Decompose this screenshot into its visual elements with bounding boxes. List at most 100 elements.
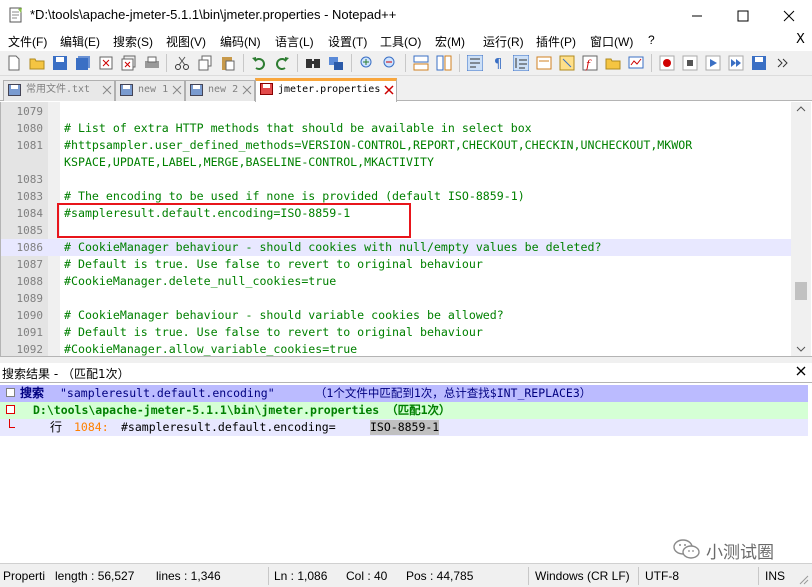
word-wrap-icon[interactable] xyxy=(467,55,483,71)
find-icon[interactable] xyxy=(305,55,321,71)
play-macro-icon[interactable] xyxy=(705,55,721,71)
menu-language[interactable]: 语言(L) xyxy=(275,33,314,50)
show-all-chars-icon[interactable]: ¶ xyxy=(490,55,506,71)
menu-run[interactable]: 运行(R) xyxy=(483,33,524,50)
tab-new-1[interactable]: new 1 xyxy=(115,80,185,101)
open-file-icon[interactable] xyxy=(29,55,45,71)
menu-view[interactable]: 视图(V) xyxy=(166,33,206,50)
file-saved-icon xyxy=(120,84,133,96)
stop-macro-icon[interactable] xyxy=(682,55,698,71)
code-line[interactable]: 1081 #httpsampler.user_defined_methods=VE… xyxy=(1,137,791,154)
scrollbar-thumb[interactable] xyxy=(795,282,807,300)
search-file-line[interactable]: D:\tools\apache-jmeter-5.1.1\bin\jmeter.… xyxy=(0,402,808,419)
redo-icon[interactable] xyxy=(274,55,290,71)
monitoring-icon[interactable] xyxy=(628,55,644,71)
menu-file[interactable]: 文件(F) xyxy=(8,33,47,50)
menu-settings[interactable]: 设置(T) xyxy=(328,33,367,50)
close-icon[interactable] xyxy=(172,85,182,95)
code-line[interactable]: 1090 # CookieManager behaviour - should v… xyxy=(1,307,791,324)
code-line[interactable]: KSPACE,UPDATE,LABEL,MERGE,BASELINE-CONTR… xyxy=(1,154,791,171)
copy-icon[interactable] xyxy=(197,55,213,71)
save-icon[interactable] xyxy=(52,55,68,71)
status-eol[interactable]: Windows (CR LF) xyxy=(535,569,630,583)
user-language-icon[interactable] xyxy=(536,55,552,71)
code-text: # Default is true. Use false to revert t… xyxy=(64,257,483,271)
menu-plugins[interactable]: 插件(P) xyxy=(536,33,576,50)
close-window-button[interactable] xyxy=(766,0,812,31)
tab-changyong-txt[interactable]: 常用文件.txt xyxy=(3,80,115,101)
editor-vertical-scrollbar[interactable] xyxy=(791,102,811,356)
undo-icon[interactable] xyxy=(251,55,267,71)
editor-pane[interactable]: 1079 1080 # List of extra HTTP methods tha… xyxy=(0,102,812,356)
wechat-logo-icon xyxy=(673,539,700,559)
menu-macro[interactable]: 宏(M) xyxy=(435,33,465,50)
close-document-button[interactable]: X xyxy=(796,32,805,47)
paste-icon[interactable] xyxy=(220,55,236,71)
play-macro-multiple-icon[interactable] xyxy=(728,55,744,71)
status-separator xyxy=(758,567,759,585)
code-line[interactable]: 1091 # Default is true. Use false to reve… xyxy=(1,324,791,341)
code-line[interactable]: 1087 # Default is true. Use false to reve… xyxy=(1,256,791,273)
zoom-in-icon[interactable] xyxy=(359,55,375,71)
line-number: 1089 xyxy=(16,292,44,305)
code-line[interactable]: 1083 xyxy=(1,171,791,188)
file-unsaved-icon xyxy=(260,83,273,95)
code-line[interactable]: 1079 xyxy=(1,103,791,120)
zoom-out-icon[interactable] xyxy=(382,55,398,71)
menu-edit[interactable]: 编辑(E) xyxy=(60,33,100,50)
save-all-icon[interactable] xyxy=(75,55,91,71)
fold-toggle-icon[interactable] xyxy=(6,388,15,397)
maximize-icon xyxy=(737,10,749,21)
tab-new-2[interactable]: new 2 xyxy=(185,80,255,101)
status-file-type: Properti xyxy=(3,569,46,583)
close-file-icon[interactable] xyxy=(98,55,114,71)
cut-icon[interactable] xyxy=(174,55,190,71)
close-icon[interactable] xyxy=(384,85,394,95)
fold-toggle-icon[interactable] xyxy=(6,405,15,414)
line-number: 1084 xyxy=(16,207,44,220)
resize-grip-icon[interactable] xyxy=(797,573,809,585)
save-macro-icon[interactable] xyxy=(751,55,767,71)
code-line[interactable]: 1086 # CookieManager behaviour - should c… xyxy=(1,239,791,256)
menu-tools[interactable]: 工具(O) xyxy=(380,33,421,50)
menu-window[interactable]: 窗口(W) xyxy=(590,33,633,50)
maximize-button[interactable] xyxy=(720,0,766,31)
code-line[interactable]: 1088 #CookieManager.delete_null_cookies=t… xyxy=(1,273,791,290)
print-icon[interactable] xyxy=(144,55,160,71)
doc-map-icon[interactable] xyxy=(559,55,575,71)
menu-help[interactable]: ? xyxy=(648,33,655,47)
close-icon[interactable] xyxy=(102,85,112,95)
toolbar-overflow-icon[interactable] xyxy=(774,55,790,71)
close-all-icon[interactable] xyxy=(121,55,137,71)
line-number: 1091 xyxy=(16,326,44,339)
replace-icon[interactable] xyxy=(328,55,344,71)
status-insert-mode[interactable]: INS xyxy=(765,569,785,583)
sync-vertical-icon[interactable] xyxy=(413,55,429,71)
close-icon[interactable] xyxy=(242,85,252,95)
close-icon[interactable] xyxy=(795,365,807,377)
code-line[interactable]: 1080 # List of extra HTTP methods that sh… xyxy=(1,120,791,137)
code-line[interactable]: 1092 #CookieManager.allow_variable_cookie… xyxy=(1,341,791,356)
menu-search[interactable]: 搜索(S) xyxy=(113,33,153,50)
menu-encoding[interactable]: 编码(N) xyxy=(220,33,261,50)
watermark: 小测试圈 xyxy=(672,538,774,563)
scroll-up-icon[interactable] xyxy=(791,102,811,116)
file-saved-icon xyxy=(8,84,21,96)
search-hit-line[interactable]: 行 1084: #sampleresult.default.encoding= ISO… xyxy=(0,419,808,436)
function-list-icon[interactable]: f xyxy=(582,55,598,71)
scroll-down-icon[interactable] xyxy=(791,342,811,356)
tab-jmeter-properties[interactable]: jmeter.properties xyxy=(255,78,397,102)
status-encoding[interactable]: UTF-8 xyxy=(645,569,679,583)
search-results-pane[interactable]: 搜索 "sampleresult.default.encoding" （1个文件… xyxy=(0,383,812,563)
code-line[interactable]: 1089 xyxy=(1,290,791,307)
code-text: #httpsampler.user_defined_methods=VERSIO… xyxy=(64,138,693,152)
record-macro-icon[interactable] xyxy=(659,55,675,71)
search-summary-line[interactable]: 搜索 "sampleresult.default.encoding" （1个文件… xyxy=(0,385,808,402)
sync-horizontal-icon[interactable] xyxy=(436,55,452,71)
folder-workspace-icon[interactable] xyxy=(605,55,621,71)
indent-guide-icon[interactable] xyxy=(513,55,529,71)
pane-splitter[interactable] xyxy=(0,356,812,363)
new-file-icon[interactable] xyxy=(6,55,22,71)
line-number: 1079 xyxy=(16,105,44,118)
minimize-button[interactable] xyxy=(674,0,720,31)
